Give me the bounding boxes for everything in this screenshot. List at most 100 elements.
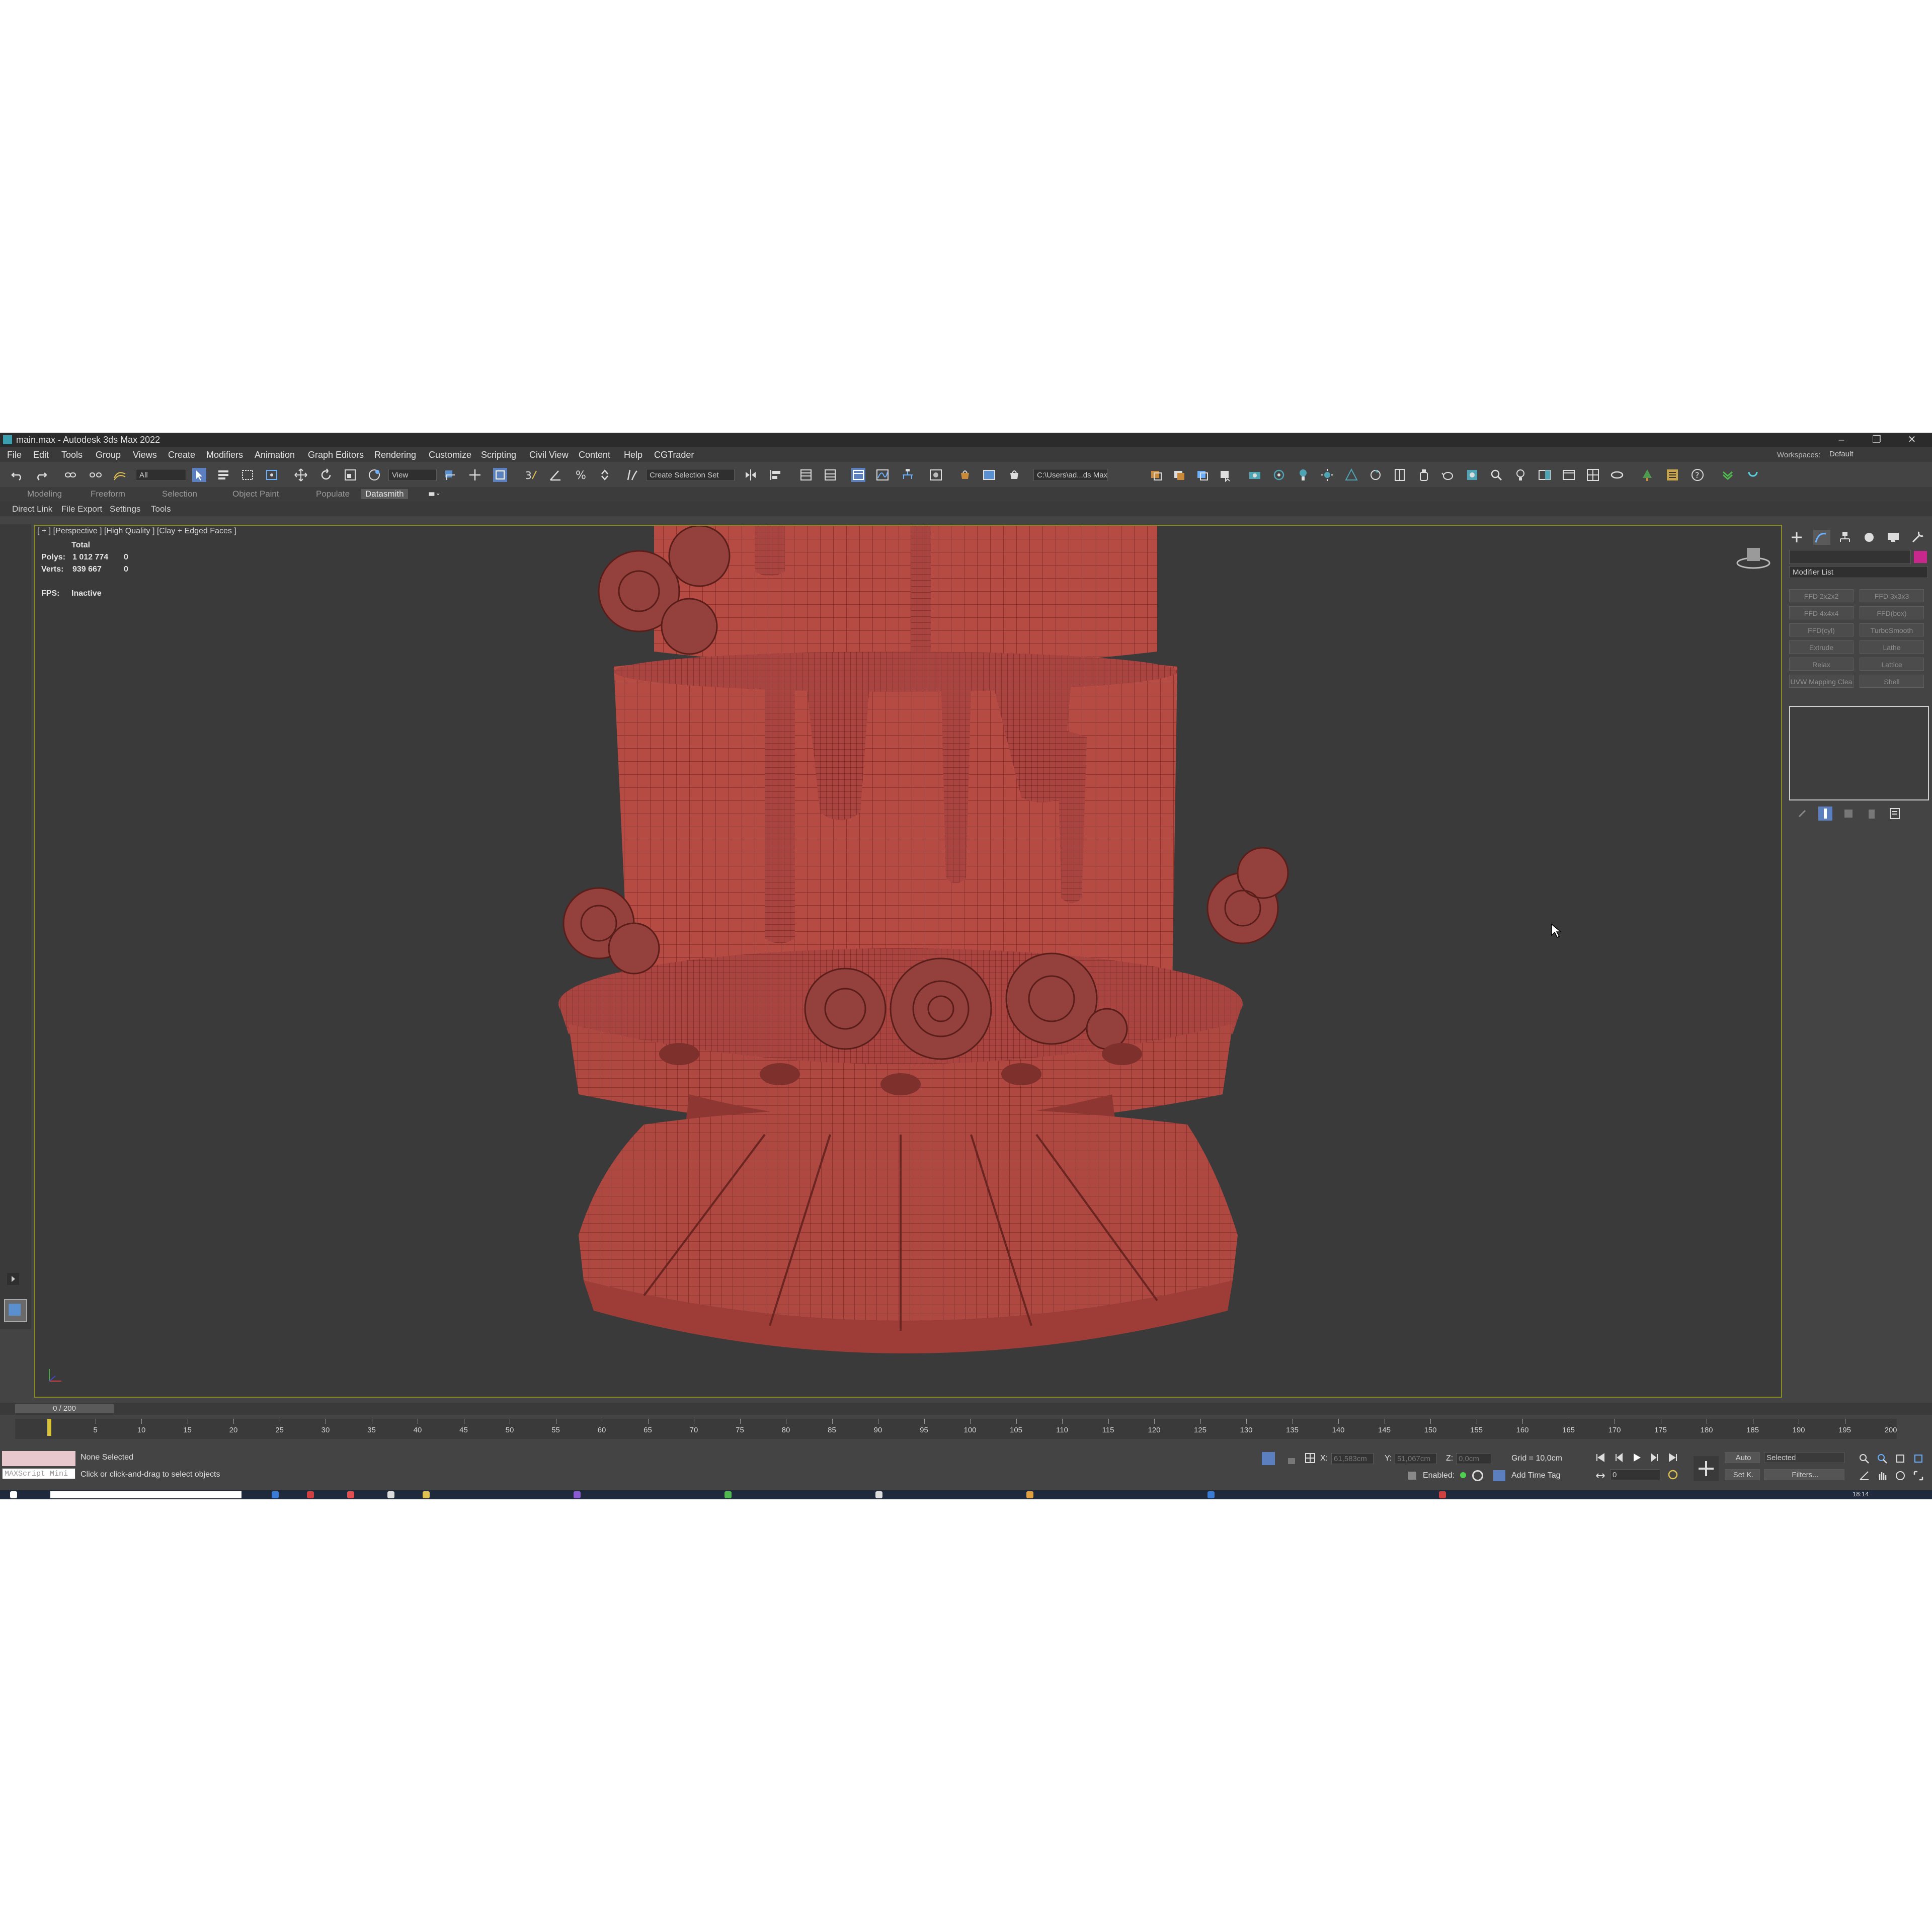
undo-icon[interactable] [10,468,24,482]
percent-snap-icon[interactable]: % [574,468,588,482]
field-of-view-icon[interactable] [1859,1470,1870,1481]
menu-modifiers[interactable]: Modifiers [206,450,243,460]
zoom-extents-all-icon[interactable] [1913,1453,1924,1464]
motion-tab-icon[interactable] [1862,530,1879,545]
modifier-button-ffd-2x2x2[interactable]: FFD 2x2x2 [1789,589,1854,602]
modifier-button-lattice[interactable]: Lattice [1860,658,1924,671]
modifier-list-dropdown[interactable]: Modifier List [1789,566,1928,578]
modifier-button-ffd-cyl[interactable]: FFD(cyl) [1789,623,1854,636]
zoom-icon[interactable] [1859,1453,1870,1464]
object-name-field[interactable] [1789,550,1911,564]
object-color-swatch[interactable] [1914,551,1927,563]
add-time-tag-icon[interactable] [1493,1470,1505,1481]
grid-view-icon[interactable] [1586,468,1600,482]
ribbon-tab-object-paint[interactable]: Object Paint [232,489,279,499]
next-frame-icon[interactable] [1649,1452,1660,1463]
toggle-ribbon-icon[interactable] [851,468,865,482]
menu-civil-view[interactable]: Civil View [529,450,569,460]
previous-frame-icon[interactable] [1613,1452,1624,1463]
taskbar-app-6-icon[interactable] [574,1491,581,1498]
z-coordinate-field[interactable]: 0,0cm [1456,1453,1491,1464]
current-frame-field[interactable]: 0 [1610,1469,1660,1480]
modifier-button-ffd-3x3x3[interactable]: FFD 3x3x3 [1860,589,1924,602]
taskbar-app-7-icon[interactable] [725,1491,732,1498]
redo-icon[interactable] [34,468,48,482]
modifier-stack[interactable] [1789,706,1929,800]
select-manipulate-icon[interactable] [468,468,482,482]
layer-create-icon[interactable] [1172,468,1186,482]
help-icon[interactable]: ? [1691,468,1705,482]
menu-animation[interactable]: Animation [255,450,295,460]
menu-graph-editors[interactable]: Graph Editors [308,450,364,460]
rendered-frame-window-icon[interactable] [982,468,996,482]
sun-icon[interactable] [1320,468,1334,482]
align-icon[interactable] [769,468,783,482]
taskbar-app-1-icon[interactable] [272,1491,279,1498]
project-folder-dropdown[interactable]: C:\Users\ad...ds Max 2022 [1033,469,1108,481]
modifier-button-uvw-mapping-clear[interactable]: UVW Mapping Clea [1789,675,1854,688]
workspaces-dropdown[interactable]: Default [1826,448,1927,460]
subtab-tools[interactable]: Tools [151,504,171,514]
ribbon-options-icon[interactable] [428,487,451,501]
selection-lock-icon[interactable] [1286,1452,1297,1465]
perspective-viewport[interactable]: [ + ] [Perspective ] [High Quality ] [Cl… [34,525,1782,1398]
trackbar[interactable]: 5 10 15 20 25 30 35 40 45 50 55 60 65 70 75 80 85 90 95 100… [15,1419,1897,1439]
subtab-direct-link[interactable]: Direct Link [12,504,52,514]
viewport-layout-icon[interactable] [4,1299,27,1322]
ribbon-tab-modeling[interactable]: Modeling [27,489,62,499]
cake-model[interactable] [35,526,1781,1397]
taskbar-app-8-icon[interactable] [875,1491,882,1498]
plugin-green-icon[interactable] [1721,468,1735,482]
list-icon[interactable] [1665,468,1679,482]
go-to-start-icon[interactable] [1595,1452,1606,1463]
hierarchy-tab-icon[interactable] [1837,530,1855,545]
edit-named-selection-icon[interactable] [625,468,639,482]
ribbon-tab-populate[interactable]: Populate [316,489,350,499]
named-selection-sets-dropdown[interactable]: Create Selection Set [646,469,735,481]
ribbon-tab-selection[interactable]: Selection [162,489,197,499]
pivot-center-icon[interactable] [443,468,457,482]
modifier-button-turbosmooth[interactable]: TurboSmooth [1860,623,1924,636]
layer-add-selection-icon[interactable] [1195,468,1210,482]
menu-tools[interactable]: Tools [61,450,83,460]
taskbar-app-9-icon[interactable] [1026,1491,1033,1498]
menu-views[interactable]: Views [133,450,157,460]
modifier-button-extrude[interactable]: Extrude [1789,640,1854,654]
render-production-icon[interactable] [1007,468,1021,482]
menu-create[interactable]: Create [168,450,195,460]
window-icon[interactable] [1562,468,1576,482]
toggle-layer-explorer-icon[interactable] [823,468,837,482]
isolate-selection-icon[interactable] [1262,1452,1275,1465]
window-crossing-icon[interactable] [265,468,279,482]
menu-edit[interactable]: Edit [33,450,49,460]
prism-icon[interactable] [1344,468,1358,482]
modifier-button-shell[interactable]: Shell [1860,675,1924,688]
material-editor-icon[interactable] [929,468,943,482]
menu-file[interactable]: File [7,450,22,460]
ring-icon[interactable] [1610,468,1624,482]
make-unique-icon[interactable] [1841,807,1856,821]
bulb-icon[interactable] [1513,468,1527,482]
taskbar-app-3-icon[interactable] [347,1491,354,1498]
taskbar-app-2-icon[interactable] [307,1491,314,1498]
selection-filter-dropdown[interactable]: All [136,469,186,481]
schematic-view-icon[interactable] [901,468,915,482]
keyboard-shortcut-override-icon[interactable] [493,468,507,482]
modifier-button-lathe[interactable]: Lathe [1860,640,1924,654]
auto-key-button[interactable]: Auto [1725,1452,1760,1463]
show-end-result-icon[interactable] [1818,807,1832,821]
key-filters-button[interactable]: Filters... [1764,1469,1844,1480]
environment-icon[interactable] [1465,468,1479,482]
select-by-name-icon[interactable] [216,468,230,482]
snaps-toggle-icon[interactable]: 3 [524,468,538,482]
play-icon[interactable] [1631,1452,1642,1463]
menu-rendering[interactable]: Rendering [374,450,416,460]
ribbon-tab-freeform[interactable]: Freeform [91,489,125,499]
adaptive-degradation-icon[interactable] [1407,1470,1418,1481]
search-render-icon[interactable] [1489,468,1503,482]
light-icon[interactable] [1296,468,1310,482]
bind-space-warp-icon[interactable] [113,468,127,482]
bottle-icon[interactable] [1417,468,1431,482]
time-configuration-icon[interactable] [1667,1469,1678,1480]
unlink-icon[interactable] [89,468,103,482]
